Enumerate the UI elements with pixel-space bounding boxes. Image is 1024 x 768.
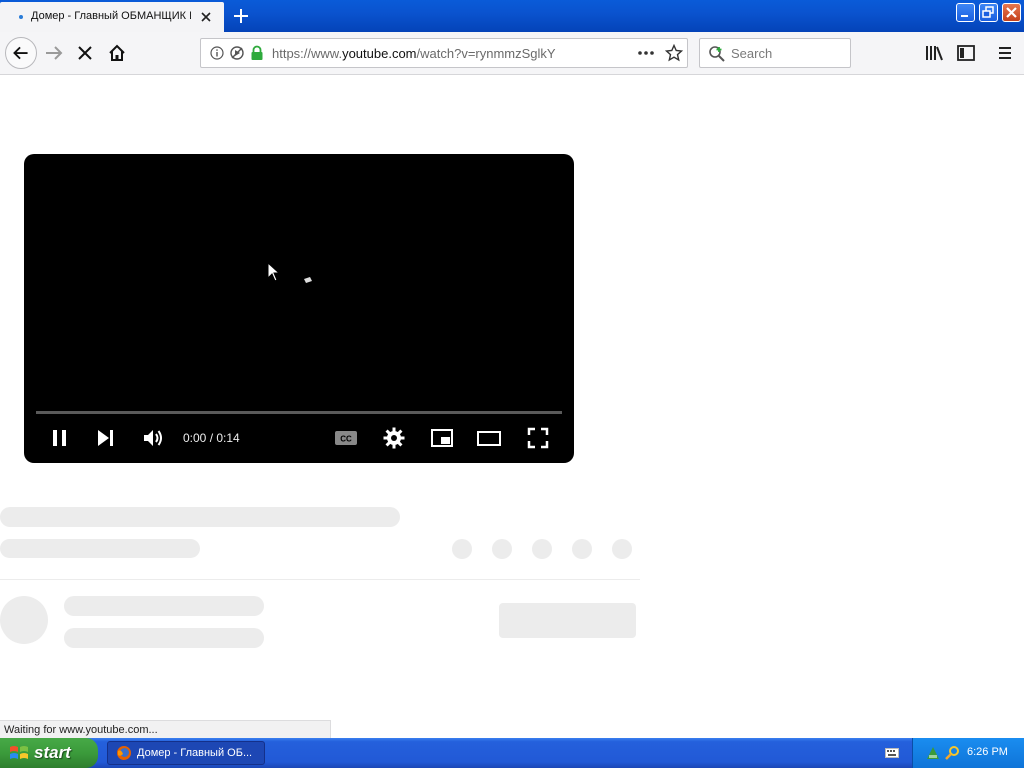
video-player[interactable]: 0:00 / 0:14 CC xyxy=(24,154,574,463)
progress-bar[interactable] xyxy=(36,411,562,414)
sidebar-icon[interactable] xyxy=(956,44,976,62)
hamburger-menu-icon[interactable] xyxy=(996,44,1014,62)
close-icon xyxy=(1006,7,1017,18)
restore-icon xyxy=(982,6,994,18)
autoplay-blocked-icon[interactable] xyxy=(229,45,245,61)
action-placeholder xyxy=(452,539,472,559)
clock: 6:26 PM xyxy=(967,746,1008,758)
channel-avatar-placeholder xyxy=(0,596,48,644)
action-placeholder xyxy=(492,539,512,559)
fullscreen-button[interactable] xyxy=(526,426,550,450)
address-bar[interactable]: https://www.youtube.com/watch?v=rynmmzSg… xyxy=(200,38,688,68)
subscribe-button-placeholder xyxy=(499,603,636,638)
windows-logo-icon xyxy=(10,746,28,759)
miniplayer-button[interactable] xyxy=(430,426,454,450)
divider xyxy=(0,579,640,580)
next-video-button[interactable] xyxy=(94,426,118,450)
minimize-button[interactable] xyxy=(956,3,975,22)
minimize-icon xyxy=(961,15,968,17)
library-icon[interactable] xyxy=(924,44,944,62)
captions-button[interactable]: CC xyxy=(334,426,358,450)
close-window-button[interactable] xyxy=(1002,3,1021,22)
subscriber-count-placeholder xyxy=(64,628,264,648)
windows-taskbar: start Домер - Главный ОБ... 6:26 PM xyxy=(0,738,1024,768)
page-actions-icon[interactable] xyxy=(637,46,655,60)
url-host: youtube.com xyxy=(342,46,417,61)
info-icon[interactable] xyxy=(210,46,224,60)
status-text: Waiting for www.youtube.com... xyxy=(4,724,158,736)
back-button[interactable] xyxy=(5,37,37,69)
firefox-icon xyxy=(117,746,131,760)
taskbar-item-label: Домер - Главный ОБ... xyxy=(137,747,253,759)
action-placeholder xyxy=(572,539,592,559)
search-placeholder: Search xyxy=(731,46,773,61)
search-tray-icon[interactable] xyxy=(944,745,960,761)
home-button[interactable] xyxy=(102,38,132,68)
bookmark-star-icon[interactable] xyxy=(665,44,683,62)
loading-spinner-icon xyxy=(304,277,312,283)
url-text[interactable]: https://www.youtube.com/watch?v=rynmmzSg… xyxy=(272,46,556,61)
start-button[interactable]: start xyxy=(0,738,98,768)
search-bar[interactable]: Search xyxy=(699,38,851,68)
svg-text:CC: CC xyxy=(340,435,352,444)
action-placeholder xyxy=(532,539,552,559)
new-tab-button[interactable] xyxy=(230,5,252,27)
mouse-cursor-icon xyxy=(267,262,281,282)
restore-button[interactable] xyxy=(979,3,998,22)
keyboard-icon[interactable] xyxy=(885,748,899,758)
secure-lock-icon[interactable] xyxy=(250,45,264,61)
theater-mode-button[interactable] xyxy=(477,426,501,450)
title-placeholder xyxy=(0,507,400,527)
browser-status-bar: Waiting for www.youtube.com... xyxy=(0,720,331,739)
volume-button[interactable] xyxy=(141,426,165,450)
browser-titlebar: Домер - Главный ОБМАНЩИК И xyxy=(0,0,1024,32)
action-placeholder xyxy=(612,539,632,559)
network-icon[interactable] xyxy=(925,745,941,761)
pause-button[interactable] xyxy=(48,426,72,450)
loading-indicator-icon xyxy=(19,15,23,19)
time-display: 0:00 / 0:14 xyxy=(183,431,240,445)
channel-name-placeholder xyxy=(64,596,264,616)
system-tray: 6:26 PM xyxy=(912,738,1024,768)
search-icon xyxy=(709,46,725,62)
settings-gear-icon[interactable] xyxy=(382,426,406,450)
views-placeholder xyxy=(0,539,200,558)
start-label: start xyxy=(34,743,71,762)
browser-tab-active[interactable]: Домер - Главный ОБМАНЩИК И xyxy=(0,2,224,32)
tab-close-icon[interactable] xyxy=(199,10,213,24)
forward-button[interactable] xyxy=(39,38,69,68)
url-prefix: https://www. xyxy=(272,46,343,61)
navigation-toolbar: https://www.youtube.com/watch?v=rynmmzSg… xyxy=(0,32,1024,75)
stop-button[interactable] xyxy=(70,38,100,68)
tab-title: Домер - Главный ОБМАНЩИК И xyxy=(31,10,191,22)
url-path: /watch?v=rynmmzSglkY xyxy=(416,46,556,61)
taskbar-item-firefox[interactable]: Домер - Главный ОБ... xyxy=(107,741,265,765)
